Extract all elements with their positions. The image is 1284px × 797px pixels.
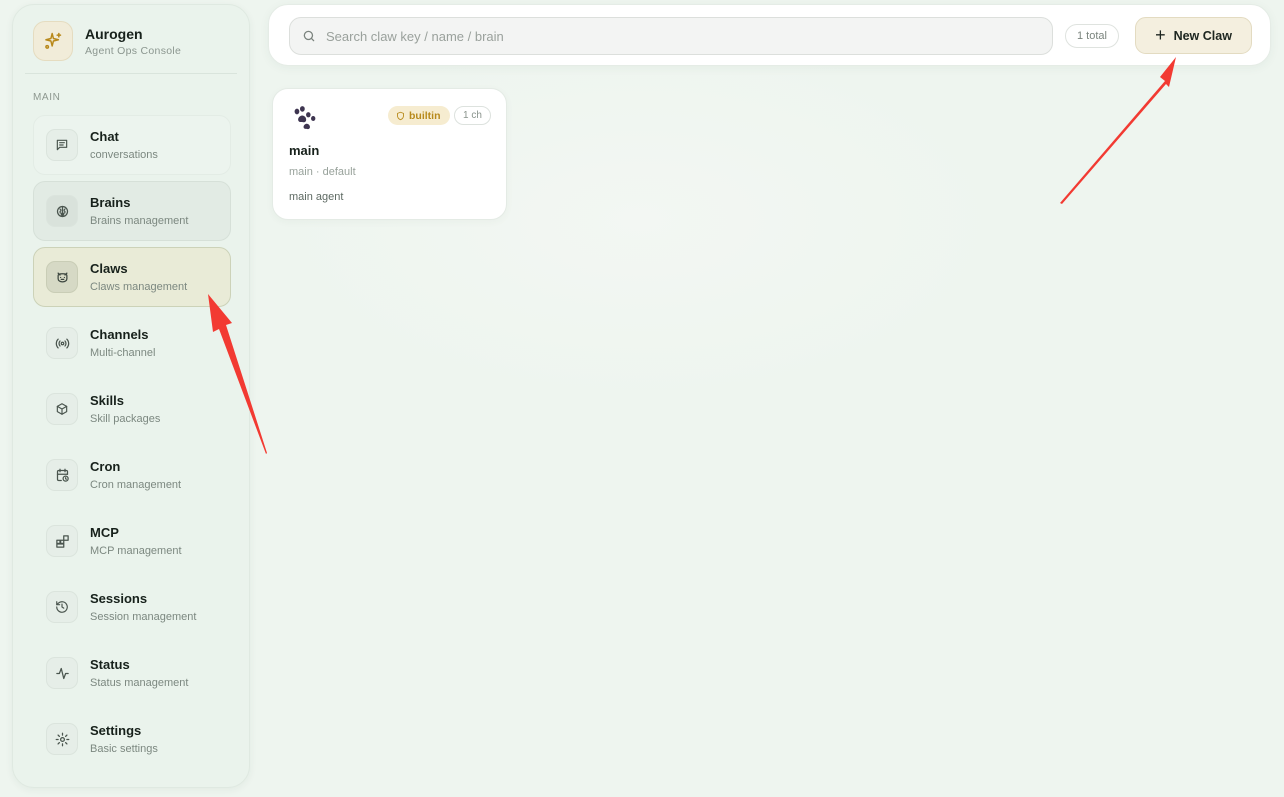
brand-name: Aurogen xyxy=(85,26,143,42)
sidebar-item-label: Cron xyxy=(90,459,121,474)
paw-icon xyxy=(291,105,317,137)
broadcast-icon xyxy=(46,327,78,359)
brain-icon xyxy=(46,195,78,227)
sidebar-item-sublabel: Status management xyxy=(90,677,189,689)
sidebar-item-sublabel: Cron management xyxy=(90,479,182,491)
sidebar-item-sublabel: Multi-channel xyxy=(90,347,156,359)
sidebar-item-sublabel: Skill packages xyxy=(90,413,161,425)
builtin-badge: builtin xyxy=(388,106,450,125)
sidebar-item-skills[interactable]: Skills Skill packages xyxy=(33,379,231,439)
divider xyxy=(25,73,237,74)
card-meta: main · default xyxy=(289,166,356,178)
sidebar-item-label: Status xyxy=(90,657,130,672)
calendar-clock-icon xyxy=(46,459,78,491)
sidebar-item-sessions[interactable]: Sessions Session management xyxy=(33,577,231,637)
toolbar: 1 total + New Claw xyxy=(268,4,1271,66)
claw-card[interactable]: builtin 1 ch main main · default main ag… xyxy=(272,88,507,220)
sidebar-item-brains[interactable]: Brains Brains management xyxy=(33,181,231,241)
sidebar-item-mcp[interactable]: MCP MCP management xyxy=(33,511,231,571)
sidebar-item-label: Brains xyxy=(90,195,131,210)
search-box[interactable] xyxy=(289,17,1053,55)
search-icon xyxy=(302,29,316,43)
activity-icon xyxy=(46,657,78,689)
annotation-arrow-new-claw xyxy=(1060,57,1176,204)
shield-icon xyxy=(397,111,404,120)
sidebar-item-sublabel: MCP management xyxy=(90,545,182,557)
sidebar-item-label: Claws xyxy=(90,261,128,276)
sidebar-item-sublabel: Brains management xyxy=(90,215,189,227)
sidebar-item-claws[interactable]: Claws Claws management xyxy=(33,247,231,307)
blocks-icon xyxy=(46,525,78,557)
sidebar-item-label: Settings xyxy=(90,723,142,738)
package-icon xyxy=(46,393,78,425)
card-description: main agent xyxy=(289,191,344,203)
brand-subtitle: Agent Ops Console xyxy=(85,45,182,57)
sidebar-item-label: Channels xyxy=(90,327,149,342)
sidebar-item-settings[interactable]: Settings Basic settings xyxy=(33,709,231,769)
sidebar-item-label: Chat xyxy=(90,129,119,144)
history-icon xyxy=(46,591,78,623)
app-root: Aurogen Agent Ops Console MAIN Chat conv… xyxy=(0,0,1284,797)
sidebar-item-label: MCP xyxy=(90,525,119,540)
sidebar-item-sublabel: conversations xyxy=(90,149,158,161)
new-claw-label: New Claw xyxy=(1173,28,1232,43)
claw-icon xyxy=(46,261,78,293)
section-label: MAIN xyxy=(33,92,61,103)
sidebar-item-sublabel: Claws management xyxy=(90,281,188,293)
new-claw-button[interactable]: + New Claw xyxy=(1135,17,1252,54)
sidebar-item-label: Skills xyxy=(90,393,124,408)
chat-icon xyxy=(46,129,78,161)
sidebar-nav: Chat conversations Brains Brains managem… xyxy=(33,115,231,775)
card-title: main xyxy=(289,143,320,158)
sidebar: Aurogen Agent Ops Console MAIN Chat conv… xyxy=(12,4,250,788)
sidebar-item-sublabel: Session management xyxy=(90,611,197,623)
brand[interactable]: Aurogen Agent Ops Console xyxy=(33,21,181,61)
gear-icon xyxy=(46,723,78,755)
channel-count-badge: 1 ch xyxy=(454,106,491,125)
sidebar-item-sublabel: Basic settings xyxy=(90,743,158,755)
total-count-badge: 1 total xyxy=(1065,24,1119,48)
sparkle-icon xyxy=(33,21,73,61)
sidebar-item-cron[interactable]: Cron Cron management xyxy=(33,445,231,505)
sidebar-item-channels[interactable]: Channels Multi-channel xyxy=(33,313,231,373)
sidebar-item-chat[interactable]: Chat conversations xyxy=(33,115,231,175)
search-input[interactable] xyxy=(326,28,1026,44)
sidebar-item-status[interactable]: Status Status management xyxy=(33,643,231,703)
sidebar-item-label: Sessions xyxy=(90,591,148,606)
plus-icon: + xyxy=(1155,24,1166,45)
builtin-label: builtin xyxy=(409,109,441,122)
